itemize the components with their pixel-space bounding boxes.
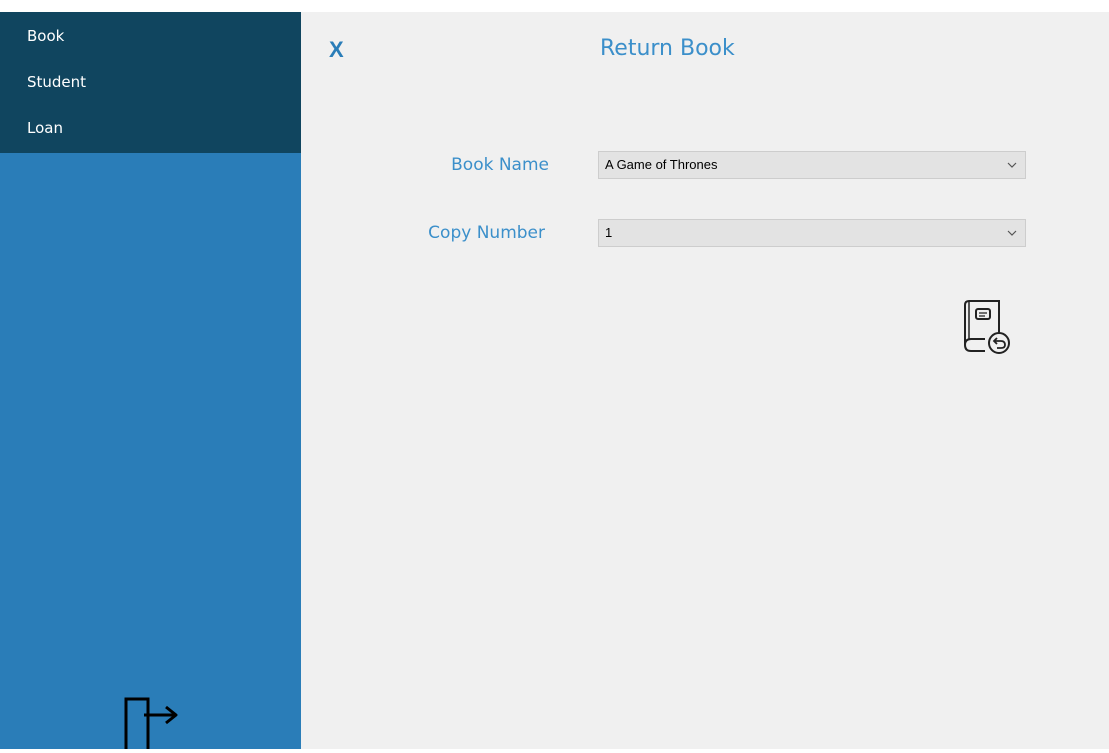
close-button[interactable]: X <box>329 37 344 63</box>
copy-number-select[interactable]: 1 <box>598 219 1026 247</box>
main-panel: X Return Book Book Name A Game of Throne… <box>301 12 1109 749</box>
book-return-icon <box>964 300 1010 354</box>
logout-button[interactable] <box>120 693 190 749</box>
sidebar-nav: Book Student Loan <box>0 12 301 153</box>
sidebar-item-loan[interactable]: Loan <box>0 108 301 154</box>
page-title: Return Book <box>600 36 735 61</box>
logout-icon <box>124 697 178 749</box>
app-window: Book Student Loan X Return Book Book Nam… <box>0 12 1109 749</box>
sidebar-item-student[interactable]: Student <box>0 62 301 108</box>
return-book-button[interactable] <box>955 297 1015 357</box>
chevron-down-icon <box>1007 162 1017 168</box>
copy-number-value: 1 <box>605 225 613 240</box>
sidebar-item-book[interactable]: Book <box>0 16 301 62</box>
copy-number-label: Copy Number <box>428 223 545 243</box>
book-name-label: Book Name <box>451 155 549 175</box>
book-name-select[interactable]: A Game of Thrones <box>598 151 1026 179</box>
sidebar: Book Student Loan <box>0 12 301 749</box>
chevron-down-icon <box>1007 230 1017 236</box>
book-name-value: A Game of Thrones <box>605 157 718 172</box>
